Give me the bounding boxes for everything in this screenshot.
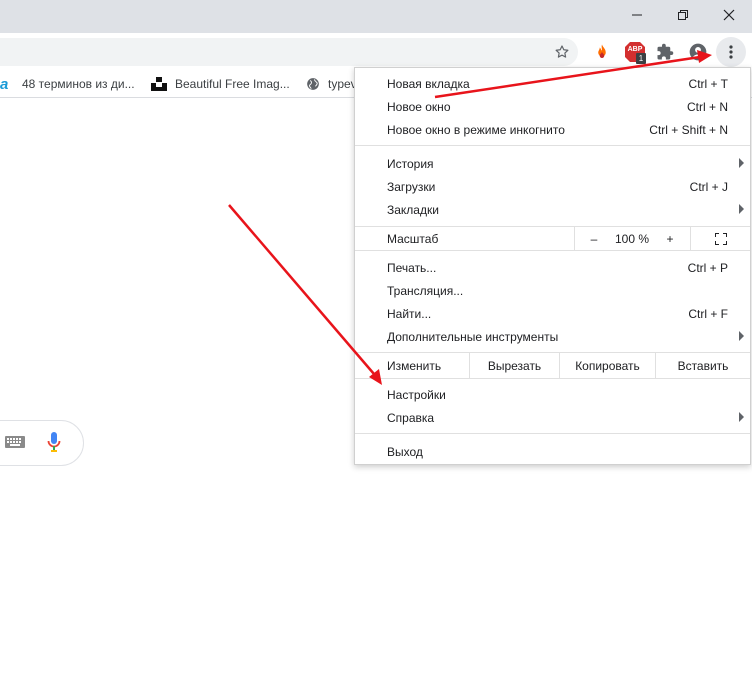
- menu-dots-icon: [729, 45, 733, 59]
- bookmark-item[interactable]: typev: [306, 70, 357, 98]
- google-search-box[interactable]: [0, 420, 84, 466]
- menu-item-cast[interactable]: Трансляция...: [355, 279, 750, 302]
- menu-item-shortcut: Ctrl + J: [689, 179, 728, 194]
- menu-item-exit[interactable]: Выход: [355, 440, 750, 463]
- menu-divider: [355, 145, 750, 146]
- minimize-icon: [632, 14, 642, 16]
- star-icon: [555, 45, 569, 58]
- flame-extension-icon: [598, 44, 606, 58]
- browser-toolbar: ABP 1: [0, 33, 752, 70]
- menu-item-incognito[interactable]: Новое окно в режиме инкогнито Ctrl + Shi…: [355, 118, 750, 141]
- flame-extension-button[interactable]: [590, 40, 614, 64]
- chrome-main-menu: Новая вкладка Ctrl + T Новое окно Ctrl +…: [354, 67, 751, 465]
- zoom-value-text: 100 %: [614, 231, 650, 246]
- adblock-badge: 1: [636, 53, 646, 64]
- menu-item-label: Закладки: [387, 202, 439, 217]
- restore-icon: [678, 10, 688, 20]
- zoom-label: Масштаб: [387, 232, 439, 246]
- profile-icon: [689, 43, 707, 61]
- puzzle-extensions-icon: [657, 43, 674, 60]
- adblock-text: ABP: [627, 46, 643, 53]
- menu-item-label: Загрузки: [387, 179, 436, 194]
- copy-label: Копировать: [575, 358, 640, 373]
- menu-item-label: Новое окно в режиме инкогнито: [387, 122, 565, 137]
- menu-item-help[interactable]: Справка: [355, 406, 750, 429]
- menu-item-bookmarks[interactable]: Закладки: [355, 198, 750, 221]
- title-bar: [0, 0, 752, 33]
- adblock-extension-button[interactable]: ABP 1: [623, 40, 647, 64]
- menu-item-label: История: [387, 156, 434, 171]
- minimize-button[interactable]: [614, 0, 660, 30]
- voice-search-button[interactable]: [47, 432, 61, 457]
- menu-item-downloads[interactable]: Загрузки Ctrl + J: [355, 175, 750, 198]
- submenu-arrow-icon: [739, 412, 744, 422]
- bookmark-label: typev: [328, 77, 357, 91]
- restore-button[interactable]: [660, 0, 706, 30]
- fullscreen-icon: [714, 232, 727, 245]
- zoom-minus: –: [590, 231, 598, 246]
- submenu-arrow-icon: [739, 158, 744, 168]
- microphone-icon: [47, 432, 61, 452]
- menu-edit-row: Изменить Вырезать Копировать Вставить: [355, 353, 750, 378]
- edit-label: Изменить: [387, 359, 442, 373]
- bookmark-label: 48 терминов из ди...: [22, 77, 135, 91]
- menu-item-label: Новая вкладка: [387, 76, 470, 91]
- copy-button[interactable]: Копировать: [560, 353, 655, 378]
- zoom-plus: +: [666, 231, 674, 246]
- profile-button[interactable]: [686, 40, 710, 64]
- menu-item-shortcut: Ctrl + T: [688, 76, 728, 91]
- bookmark-label: Beautiful Free Imag...: [175, 77, 290, 91]
- address-bar[interactable]: [0, 38, 578, 66]
- menu-item-label: Выход: [387, 444, 423, 459]
- close-icon: [723, 9, 735, 21]
- menu-item-label: Печать...: [387, 260, 437, 275]
- chrome-menu-button[interactable]: [716, 37, 746, 67]
- menu-item-shortcut: Ctrl + N: [686, 99, 728, 114]
- menu-item-print[interactable]: Печать... Ctrl + P: [355, 256, 750, 279]
- menu-item-shortcut: Ctrl + P: [687, 260, 728, 275]
- zoom-value: 100 %: [613, 227, 651, 250]
- menu-item-new-window[interactable]: Новое окно Ctrl + N: [355, 95, 750, 118]
- zoom-out-button[interactable]: –: [575, 227, 613, 250]
- menu-item-settings[interactable]: Настройки: [355, 383, 750, 406]
- submenu-arrow-icon: [739, 204, 744, 214]
- unsplash-icon: [151, 77, 167, 91]
- cut-button[interactable]: Вырезать: [470, 353, 559, 378]
- menu-zoom-row: Масштаб – 100 % +: [355, 227, 750, 250]
- menu-divider: [355, 433, 750, 434]
- menu-item-label: Дополнительные инструменты: [387, 329, 559, 344]
- zoom-in-button[interactable]: +: [651, 227, 689, 250]
- close-window-button[interactable]: [706, 0, 752, 30]
- menu-item-shortcut: Ctrl + Shift + N: [649, 122, 728, 137]
- keyboard-button[interactable]: [5, 435, 25, 452]
- menu-item-shortcut: Ctrl + F: [688, 306, 728, 321]
- fullscreen-button[interactable]: [691, 227, 750, 250]
- menu-item-more-tools[interactable]: Дополнительные инструменты: [355, 325, 750, 348]
- bookmark-item[interactable]: Beautiful Free Imag...: [151, 70, 290, 98]
- menu-item-label: Найти...: [387, 306, 432, 321]
- submenu-arrow-icon: [739, 331, 744, 341]
- bookmark-item[interactable]: 48 терминов из ди...: [22, 70, 135, 98]
- menu-item-history[interactable]: История: [355, 152, 750, 175]
- bookmark-item[interactable]: a: [0, 70, 8, 98]
- extensions-button[interactable]: [653, 40, 677, 64]
- menu-divider: [355, 250, 750, 251]
- keyboard-icon: [5, 436, 25, 448]
- cut-label: Вырезать: [487, 358, 542, 373]
- bookmark-logo-text: a: [0, 75, 9, 93]
- menu-item-label: Трансляция...: [387, 283, 464, 298]
- menu-item-new-tab[interactable]: Новая вкладка Ctrl + T: [355, 72, 750, 95]
- menu-divider: [355, 378, 750, 379]
- menu-item-label: Настройки: [387, 387, 446, 402]
- menu-item-find[interactable]: Найти... Ctrl + F: [355, 302, 750, 325]
- globe-icon: [306, 77, 320, 91]
- menu-item-label: Новое окно: [387, 99, 451, 114]
- paste-label: Вставить: [677, 358, 729, 373]
- bookmark-star-button[interactable]: [550, 40, 574, 64]
- menu-item-label: Справка: [387, 410, 435, 425]
- paste-button[interactable]: Вставить: [656, 353, 750, 378]
